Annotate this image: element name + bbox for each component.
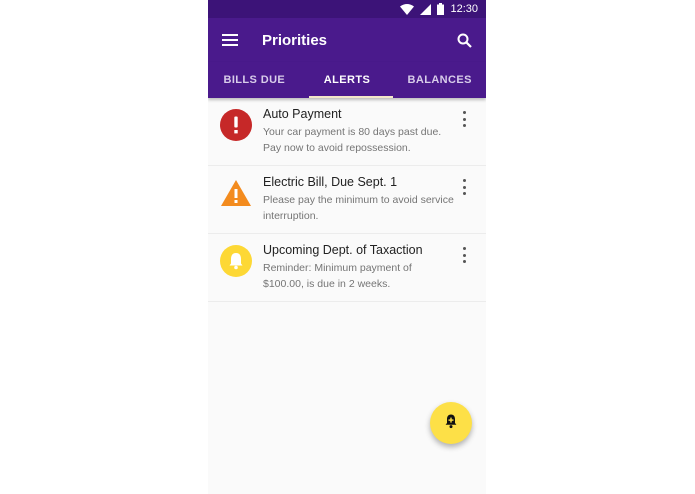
more-options-icon[interactable] (456, 247, 472, 263)
alerts-list: Auto Payment Your car payment is 80 days… (208, 98, 486, 302)
warning-icon (220, 177, 252, 209)
tab-bar: BILLS DUE ALERTS BALANCES (208, 62, 486, 98)
alert-body: Your car payment is 80 days past due. Pa… (263, 126, 442, 154)
tab-bills-due[interactable]: BILLS DUE (208, 62, 301, 98)
bell-icon (220, 245, 252, 277)
alert-title: Electric Bill, Due Sept. 1 (263, 175, 398, 189)
list-item[interactable]: Upcoming Dept. of Taxaction Reminder: Mi… (208, 234, 486, 302)
alert-title: Upcoming Dept. of Taxaction (263, 243, 423, 257)
tab-balances[interactable]: BALANCES (393, 62, 486, 98)
list-item[interactable]: Auto Payment Your car payment is 80 days… (208, 98, 486, 166)
alert-title: Auto Payment (263, 107, 342, 121)
alert-body: Reminder: Minimum payment of $100.00, is… (263, 262, 412, 290)
more-options-icon[interactable] (456, 111, 472, 127)
app-bar: Priorities (208, 18, 486, 62)
status-bar: 12:30 (208, 0, 486, 18)
add-alert-icon (443, 413, 459, 434)
battery-icon (437, 3, 445, 15)
search-icon[interactable] (454, 30, 474, 50)
add-alert-button[interactable] (430, 402, 472, 444)
error-icon (220, 109, 252, 141)
list-item[interactable]: Electric Bill, Due Sept. 1 Please pay th… (208, 166, 486, 234)
more-options-icon[interactable] (456, 179, 472, 195)
signal-icon (420, 3, 432, 15)
page-title: Priorities (262, 31, 328, 49)
wifi-icon (400, 3, 415, 15)
tab-alerts[interactable]: ALERTS (301, 62, 394, 98)
status-time: 12:30 (450, 3, 478, 15)
alert-body: Please pay the minimum to avoid service … (263, 194, 454, 222)
menu-icon[interactable] (220, 30, 240, 50)
phone-screen: 12:30 Priorities BILLS DUE ALERTS BALANC… (208, 0, 486, 494)
